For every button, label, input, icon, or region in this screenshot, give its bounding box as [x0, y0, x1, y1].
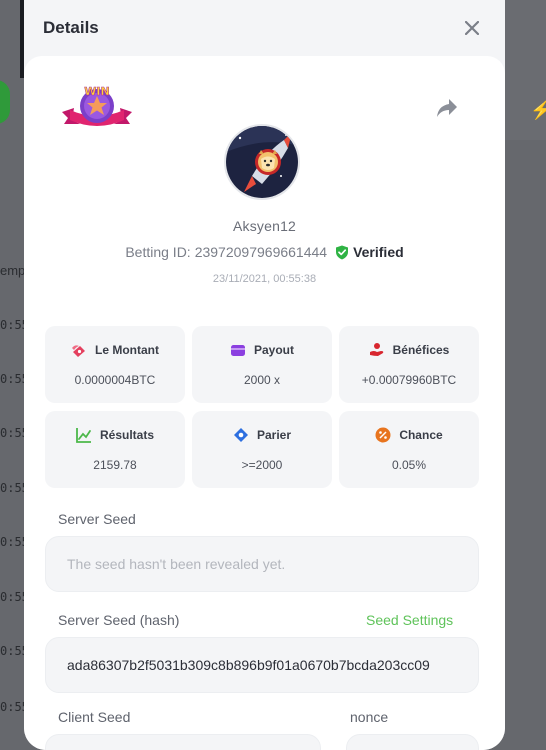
- money-wings-icon: [72, 345, 85, 357]
- avatar: [224, 124, 300, 200]
- stat-label: Le Montant: [95, 343, 159, 357]
- stat-value: +0.00079960BTC: [361, 373, 457, 387]
- verified-shield-icon: [336, 245, 349, 259]
- background-label: emp: [0, 263, 26, 278]
- seed-settings-link[interactable]: Seed Settings: [366, 612, 453, 628]
- svg-text:WIN: WIN: [84, 85, 109, 98]
- nonce-field[interactable]: [346, 734, 479, 750]
- server-seed-hash-field[interactable]: ada86307b2f5031b309c8b896b9f01a0670b7bcd…: [45, 637, 479, 693]
- client-seed-field[interactable]: [45, 734, 321, 750]
- lightning-icon: ⚡: [530, 100, 546, 120]
- modal-title: Details: [43, 18, 99, 37]
- hand-coins-icon: [369, 343, 383, 356]
- details-modal: Details WIN Aksyen12 Betting ID: 2397209…: [24, 0, 505, 750]
- ticket-icon: [233, 428, 248, 442]
- win-badge-icon: WIN: [62, 85, 132, 126]
- betting-id-value: 23972097969661444: [194, 244, 328, 260]
- close-icon: [465, 21, 479, 35]
- wallet-icon: [230, 345, 245, 356]
- stat-value: 0.05%: [391, 458, 427, 472]
- stat-result: Résultats 2159.78: [45, 411, 185, 488]
- stat-label: Payout: [253, 343, 294, 357]
- server-seed-hash-label: Server Seed (hash): [58, 612, 180, 628]
- percent-icon: [375, 427, 391, 443]
- background-green-button: [0, 80, 10, 124]
- betting-id-row: Betting ID: 23972097969661444 Verified: [24, 244, 505, 260]
- stat-value: 0.0000004BTC: [74, 373, 156, 387]
- stat-profit: Bénéfices +0.00079960BTC: [339, 326, 479, 403]
- stat-value: 2000 x: [243, 373, 281, 387]
- chart-trend-icon: [76, 428, 91, 443]
- stat-payout: Payout 2000 x: [192, 326, 332, 403]
- bet-timestamp: 23/11/2021, 00:55:38: [212, 273, 317, 285]
- stat-label: Résultats: [99, 428, 155, 442]
- stat-value: 2159.78: [93, 458, 137, 472]
- server-seed-hash-value: ada86307b2f5031b309c8b896b9f01a0670b7bcd…: [67, 657, 430, 673]
- rocket-doge-avatar-icon: [226, 126, 298, 198]
- username: Aksyen12: [232, 218, 297, 234]
- bet-details-card: WIN Aksyen12 Betting ID: 239720979696614…: [24, 56, 505, 750]
- nonce-label: nonce: [350, 709, 389, 725]
- share-icon[interactable]: [436, 98, 458, 118]
- stats-grid: Le Montant 0.0000004BTC Payout 2000 x Bé…: [45, 326, 479, 488]
- close-button[interactable]: [461, 17, 483, 39]
- stat-chance: Chance 0.05%: [339, 411, 479, 488]
- stat-bet: Parier >=2000: [192, 411, 332, 488]
- stat-label: Chance: [399, 428, 443, 442]
- server-seed-field[interactable]: The seed hasn't been revealed yet.: [45, 536, 479, 592]
- server-seed-label: Server Seed: [58, 511, 136, 527]
- stat-amount: Le Montant 0.0000004BTC: [45, 326, 185, 403]
- verified-badge: Verified: [335, 244, 404, 260]
- stat-label: Parier: [256, 428, 292, 442]
- verified-label: Verified: [353, 244, 404, 260]
- stat-value: >=2000: [241, 458, 283, 472]
- stat-label: Bénéfices: [392, 343, 450, 357]
- server-seed-placeholder: The seed hasn't been revealed yet.: [67, 556, 286, 572]
- modal-header: Details: [24, 0, 505, 56]
- betting-id-label: Betting ID:: [125, 244, 191, 260]
- client-seed-label: Client Seed: [58, 709, 131, 725]
